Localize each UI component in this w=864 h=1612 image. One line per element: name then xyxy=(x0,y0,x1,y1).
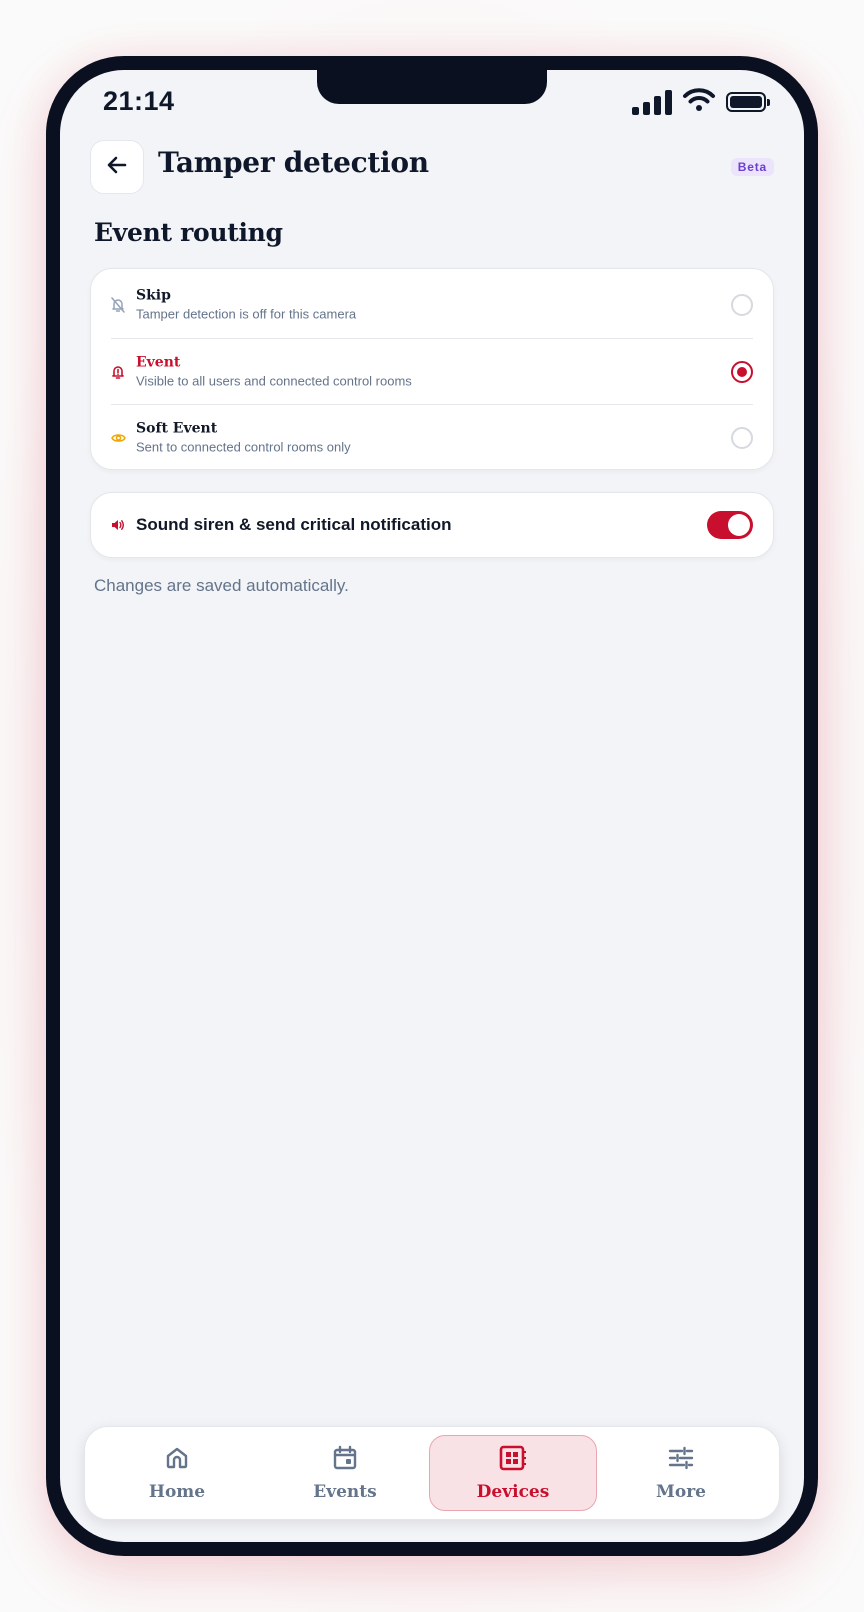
event-routing-card: Skip Tamper detection is off for this ca… xyxy=(90,268,774,470)
header: Tamper detection Beta xyxy=(90,140,774,194)
tab-label: More xyxy=(656,1481,706,1502)
battery-icon xyxy=(726,91,770,112)
toggle-knob xyxy=(728,514,750,536)
siren-card: Sound siren & send critical notification xyxy=(90,492,774,558)
radio-skip[interactable] xyxy=(731,294,753,316)
devices-icon xyxy=(499,1445,527,1476)
routing-option-soft-event[interactable]: Soft Event Sent to connected control roo… xyxy=(111,404,753,470)
calendar-icon xyxy=(332,1445,358,1476)
siren-label: Sound siren & send critical notification xyxy=(136,515,452,534)
option-text: Soft Event Sent to connected control roo… xyxy=(136,419,351,456)
option-description: Visible to all users and connected contr… xyxy=(136,373,412,388)
bell-off-icon xyxy=(111,272,125,338)
sliders-icon xyxy=(668,1445,694,1476)
routing-option-skip[interactable]: Skip Tamper detection is off for this ca… xyxy=(111,272,753,338)
bell-alert-icon xyxy=(111,339,125,404)
siren-toggle[interactable] xyxy=(707,511,753,539)
autosave-note: Changes are saved automatically. xyxy=(94,576,349,595)
beta-badge: Beta xyxy=(730,158,774,176)
notch xyxy=(317,70,547,104)
option-description: Tamper detection is off for this camera xyxy=(136,306,357,322)
option-title: Event xyxy=(136,354,181,370)
eye-icon xyxy=(111,405,126,470)
tab-devices[interactable]: Devices xyxy=(429,1435,597,1511)
home-icon xyxy=(164,1445,190,1476)
radio-soft-event[interactable] xyxy=(731,426,753,449)
option-text: Skip Tamper detection is off for this ca… xyxy=(136,287,356,324)
bottom-tab-bar: Home Events Devices More xyxy=(84,1426,780,1520)
option-title: Soft Event xyxy=(136,420,218,436)
routing-option-event[interactable]: Event Visible to all users and connected… xyxy=(111,338,753,404)
wifi-icon xyxy=(682,86,716,117)
arrow-left-icon xyxy=(105,153,129,182)
tab-label: Events xyxy=(313,1481,377,1502)
tab-more[interactable]: More xyxy=(597,1435,765,1511)
page-title: Tamper detection xyxy=(158,146,429,179)
tab-events[interactable]: Events xyxy=(261,1435,429,1511)
phone-frame: 21:14 Tamper detection Beta Event routin… xyxy=(46,56,818,1556)
option-title: Skip xyxy=(136,287,171,304)
tab-label: Devices xyxy=(476,1481,550,1502)
tab-label: Home xyxy=(148,1481,206,1502)
status-icons xyxy=(632,86,770,117)
option-description: Sent to connected control rooms only xyxy=(136,439,351,454)
signal-icon xyxy=(632,89,672,115)
stage-background: 21:14 Tamper detection Beta Event routin… xyxy=(0,0,864,1612)
radio-event[interactable] xyxy=(731,360,753,383)
section-title: Event routing xyxy=(94,218,283,247)
tab-home[interactable]: Home xyxy=(93,1435,261,1511)
status-time: 21:14 xyxy=(103,86,175,116)
option-text: Event Visible to all users and connected… xyxy=(136,353,412,390)
phone-screen: 21:14 Tamper detection Beta Event routin… xyxy=(60,70,804,1542)
speaker-icon xyxy=(111,493,125,557)
back-button[interactable] xyxy=(90,140,144,194)
